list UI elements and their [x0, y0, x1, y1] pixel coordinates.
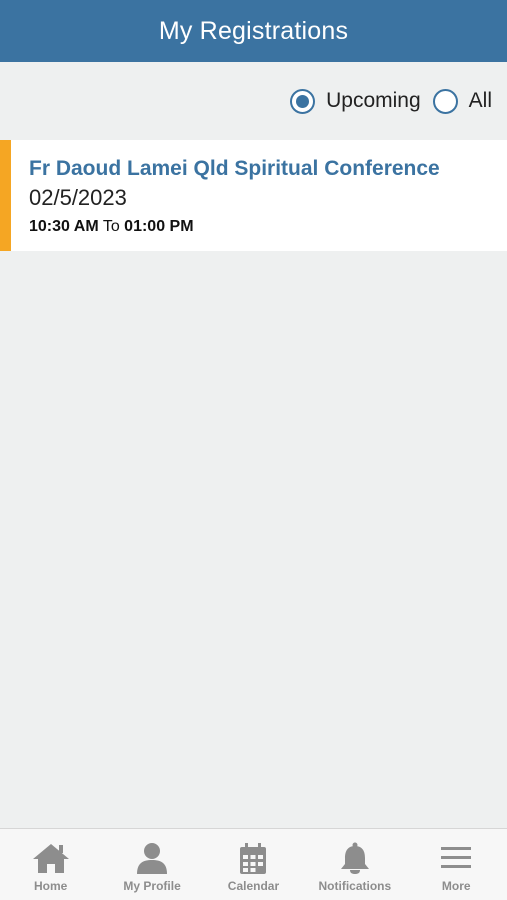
filter-radio-group: Upcoming All: [0, 62, 507, 140]
event-time: 10:30 AM To 01:00 PM: [29, 217, 507, 237]
nav-notifications[interactable]: Notifications: [304, 829, 405, 893]
event-date: 02/5/2023: [29, 185, 127, 210]
event-start-time: 10:30 AM: [29, 218, 99, 235]
calendar-icon: [233, 841, 273, 875]
radio-unselected-icon[interactable]: [432, 88, 458, 114]
radio-selected-icon[interactable]: [290, 88, 316, 114]
nav-more[interactable]: More: [406, 829, 507, 893]
registration-card[interactable]: Fr Daoud Lamei Qld Spiritual Conference …: [0, 140, 507, 251]
nav-home-label: Home: [34, 879, 68, 893]
bell-icon: [335, 841, 375, 875]
menu-icon: [436, 841, 476, 875]
radio-all[interactable]: All: [432, 88, 492, 114]
radio-all-label: All: [468, 89, 492, 112]
nav-calendar[interactable]: Calendar: [203, 829, 304, 893]
home-icon: [31, 841, 71, 875]
nav-home[interactable]: Home: [0, 829, 101, 893]
nav-more-label: More: [441, 879, 471, 893]
app-screen: My Registrations Upcoming All Fr Daoud L…: [0, 0, 507, 900]
nav-notifications-label: Notifications: [318, 879, 392, 893]
radio-upcoming-label: Upcoming: [326, 89, 421, 112]
nav-my-profile-label: My Profile: [123, 879, 181, 893]
event-end-time: 01:00 PM: [124, 218, 194, 235]
radio-upcoming[interactable]: Upcoming: [290, 88, 421, 114]
bottom-navigation: Home My Profile Calendar Notifications M…: [0, 828, 507, 900]
header-bar: My Registrations: [0, 0, 507, 62]
nav-my-profile[interactable]: My Profile: [102, 829, 203, 893]
nav-calendar-label: Calendar: [227, 879, 280, 893]
event-title: Fr Daoud Lamei Qld Spiritual Conference: [29, 157, 440, 180]
person-icon: [132, 841, 172, 875]
page-title: My Registrations: [158, 16, 349, 45]
event-time-separator: To: [102, 218, 120, 235]
